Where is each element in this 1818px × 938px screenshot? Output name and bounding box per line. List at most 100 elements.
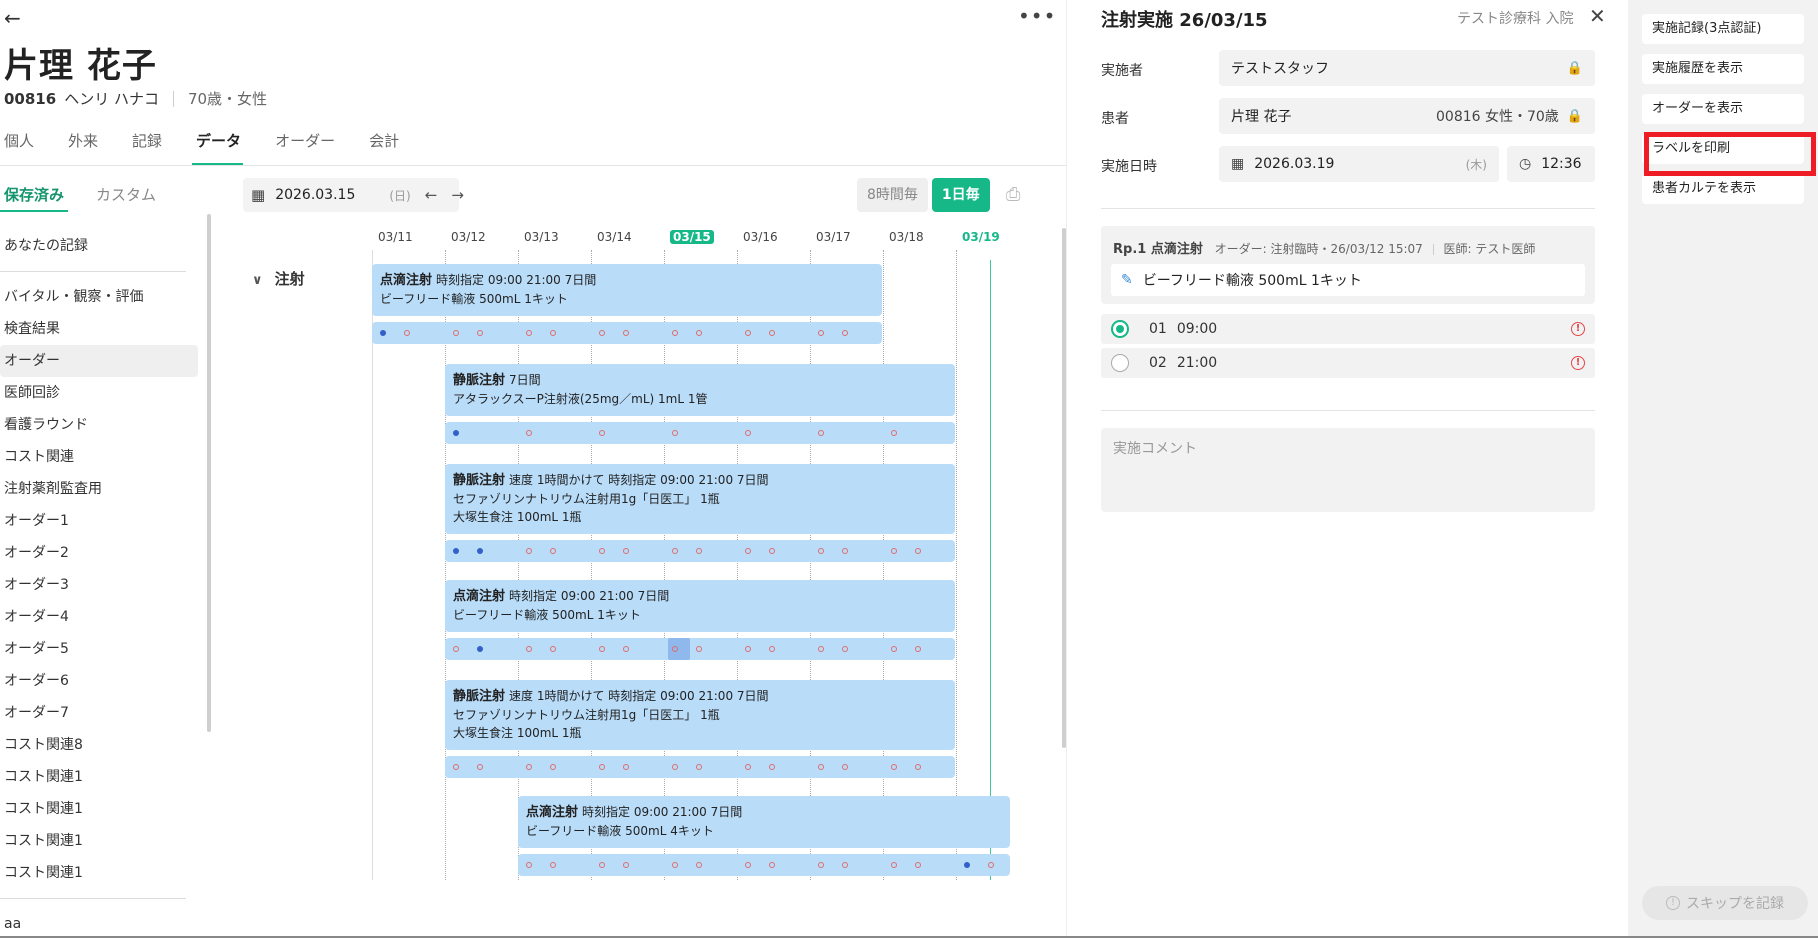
sidebar-item[interactable]: オーダー <box>0 345 198 377</box>
order-slot-bar[interactable] <box>445 756 955 778</box>
tab-4[interactable]: オーダー <box>271 130 351 166</box>
administration-dot[interactable] <box>818 430 824 436</box>
order-card[interactable]: 点滴注射 時刻指定 09:00 21:00 7日間 ビーフリード輸液 500mL 1… <box>372 264 882 316</box>
sidebar-item[interactable]: コスト関連1 <box>0 793 198 825</box>
tab-1[interactable]: 外来 <box>64 130 114 166</box>
administration-dot[interactable] <box>891 646 897 652</box>
next-date-icon[interactable]: → <box>451 186 464 204</box>
administration-dot[interactable] <box>453 330 459 336</box>
administration-dot[interactable] <box>769 764 775 770</box>
administration-dot[interactable] <box>526 330 532 336</box>
time-slot-row[interactable]: 01 09:00! <box>1101 314 1595 344</box>
administration-dot[interactable] <box>453 430 459 436</box>
administration-dot[interactable] <box>550 862 556 868</box>
time-radio[interactable] <box>1111 354 1129 372</box>
administration-dot[interactable] <box>915 764 921 770</box>
time-radio[interactable] <box>1111 320 1129 338</box>
sidebar-item[interactable]: コスト関連 <box>0 441 198 473</box>
administration-dot[interactable] <box>891 548 897 554</box>
tab-0[interactable]: 個人 <box>0 130 50 166</box>
sidebar-item[interactable]: バイタル・観察・評価 <box>0 281 198 313</box>
administration-dot[interactable] <box>818 646 824 652</box>
administration-dot[interactable] <box>891 430 897 436</box>
administration-dot[interactable] <box>915 646 921 652</box>
sidebar-item[interactable]: 注射薬剤監査用 <box>0 473 198 505</box>
prev-date-icon[interactable]: ← <box>425 186 438 204</box>
administration-dot[interactable] <box>915 548 921 554</box>
subtab-1[interactable]: カスタム <box>92 184 160 212</box>
sidebar-item[interactable]: オーダー5 <box>0 633 198 665</box>
order-slot-bar[interactable] <box>445 540 955 562</box>
administration-dot[interactable] <box>526 646 532 652</box>
administration-dot[interactable] <box>477 330 483 336</box>
administration-dot[interactable] <box>842 330 848 336</box>
administration-dot[interactable] <box>550 646 556 652</box>
administration-dot[interactable] <box>696 646 702 652</box>
administration-dot[interactable] <box>891 764 897 770</box>
administration-dot[interactable] <box>891 862 897 868</box>
administration-dot[interactable] <box>964 862 970 868</box>
tab-2[interactable]: 記録 <box>128 130 178 166</box>
order-card[interactable]: 点滴注射 時刻指定 09:00 21:00 7日間 ビーフリード輸液 500mL 1… <box>445 580 955 632</box>
administration-dot[interactable] <box>842 862 848 868</box>
administration-dot[interactable] <box>599 646 605 652</box>
back-arrow-icon[interactable]: ← <box>4 6 28 30</box>
administration-dot[interactable] <box>599 330 605 336</box>
administration-dot[interactable] <box>672 862 678 868</box>
sidebar-scrollbar[interactable] <box>207 214 211 732</box>
action-button-0[interactable]: 実施記録(3点認証) <box>1642 14 1804 44</box>
administration-dot[interactable] <box>769 862 775 868</box>
group-label-injection[interactable]: ∨ 注射 <box>252 268 305 289</box>
administration-dot[interactable] <box>672 430 678 436</box>
sidebar-item[interactable]: コスト関連1 <box>0 761 198 793</box>
sidebar-item[interactable]: オーダー2 <box>0 537 198 569</box>
administration-dot[interactable] <box>818 862 824 868</box>
date-field[interactable]: ▦ 2026.03.19 (木) <box>1219 146 1499 182</box>
administration-dot[interactable] <box>550 548 556 554</box>
sidebar-item[interactable]: 看護ラウンド <box>0 409 198 441</box>
sidebar-item[interactable]: 検査結果 <box>0 313 198 345</box>
administration-dot[interactable] <box>842 764 848 770</box>
administration-dot[interactable] <box>672 646 678 652</box>
administration-dot[interactable] <box>672 330 678 336</box>
action-button-4[interactable]: 患者カルテを表示 <box>1642 174 1804 204</box>
administration-dot[interactable] <box>526 862 532 868</box>
tab-5[interactable]: 会計 <box>365 130 415 166</box>
order-card[interactable]: 静脈注射 速度 1時間かけて 時刻指定 09:00 21:00 7日間 セファゾリン… <box>445 464 955 534</box>
administration-dot[interactable] <box>769 330 775 336</box>
order-card[interactable]: 静脈注射 7日間 アタラックスーP注射液(25mg／mL) 1mL 1管 <box>445 364 955 416</box>
skip-record-button[interactable]: ! スキップを記録 <box>1642 886 1808 920</box>
administration-dot[interactable] <box>526 430 532 436</box>
order-card[interactable]: 点滴注射 時刻指定 09:00 21:00 7日間 ビーフリード輸液 500mL 4… <box>518 796 1010 848</box>
administration-dot[interactable] <box>404 330 410 336</box>
administration-dot[interactable] <box>769 646 775 652</box>
action-button-1[interactable]: 実施履歴を表示 <box>1642 54 1804 84</box>
order-card[interactable]: 静脈注射 速度 1時間かけて 時刻指定 09:00 21:00 7日間 セファゾリン… <box>445 680 955 750</box>
sidebar-item[interactable]: オーダー3 <box>0 569 198 601</box>
administration-dot[interactable] <box>745 862 751 868</box>
order-slot-bar[interactable] <box>445 422 955 444</box>
administration-dot[interactable] <box>599 430 605 436</box>
sidebar-item[interactable]: オーダー1 <box>0 505 198 537</box>
administration-dot[interactable] <box>623 646 629 652</box>
time-field[interactable]: ◷ 12:36 <box>1507 146 1595 182</box>
administration-dot[interactable] <box>988 862 994 868</box>
administration-dot[interactable] <box>477 646 483 652</box>
administration-dot[interactable] <box>915 862 921 868</box>
administration-dot[interactable] <box>599 548 605 554</box>
administration-dot[interactable] <box>599 764 605 770</box>
administration-dot[interactable] <box>477 764 483 770</box>
administration-dot[interactable] <box>623 764 629 770</box>
administration-dot[interactable] <box>696 548 702 554</box>
administration-dot[interactable] <box>623 330 629 336</box>
comment-textarea[interactable]: 実施コメント <box>1101 428 1595 512</box>
time-slot-row[interactable]: 02 21:00! <box>1101 348 1595 378</box>
tab-3[interactable]: データ <box>192 130 257 166</box>
interval-1d-button[interactable]: 1日毎 <box>931 178 990 212</box>
subtab-0[interactable]: 保存済み <box>0 184 69 212</box>
administration-dot[interactable] <box>745 330 751 336</box>
administration-dot[interactable] <box>599 862 605 868</box>
sidebar-item[interactable]: オーダー7 <box>0 697 198 729</box>
administration-dot[interactable] <box>818 548 824 554</box>
administration-dot[interactable] <box>745 646 751 652</box>
